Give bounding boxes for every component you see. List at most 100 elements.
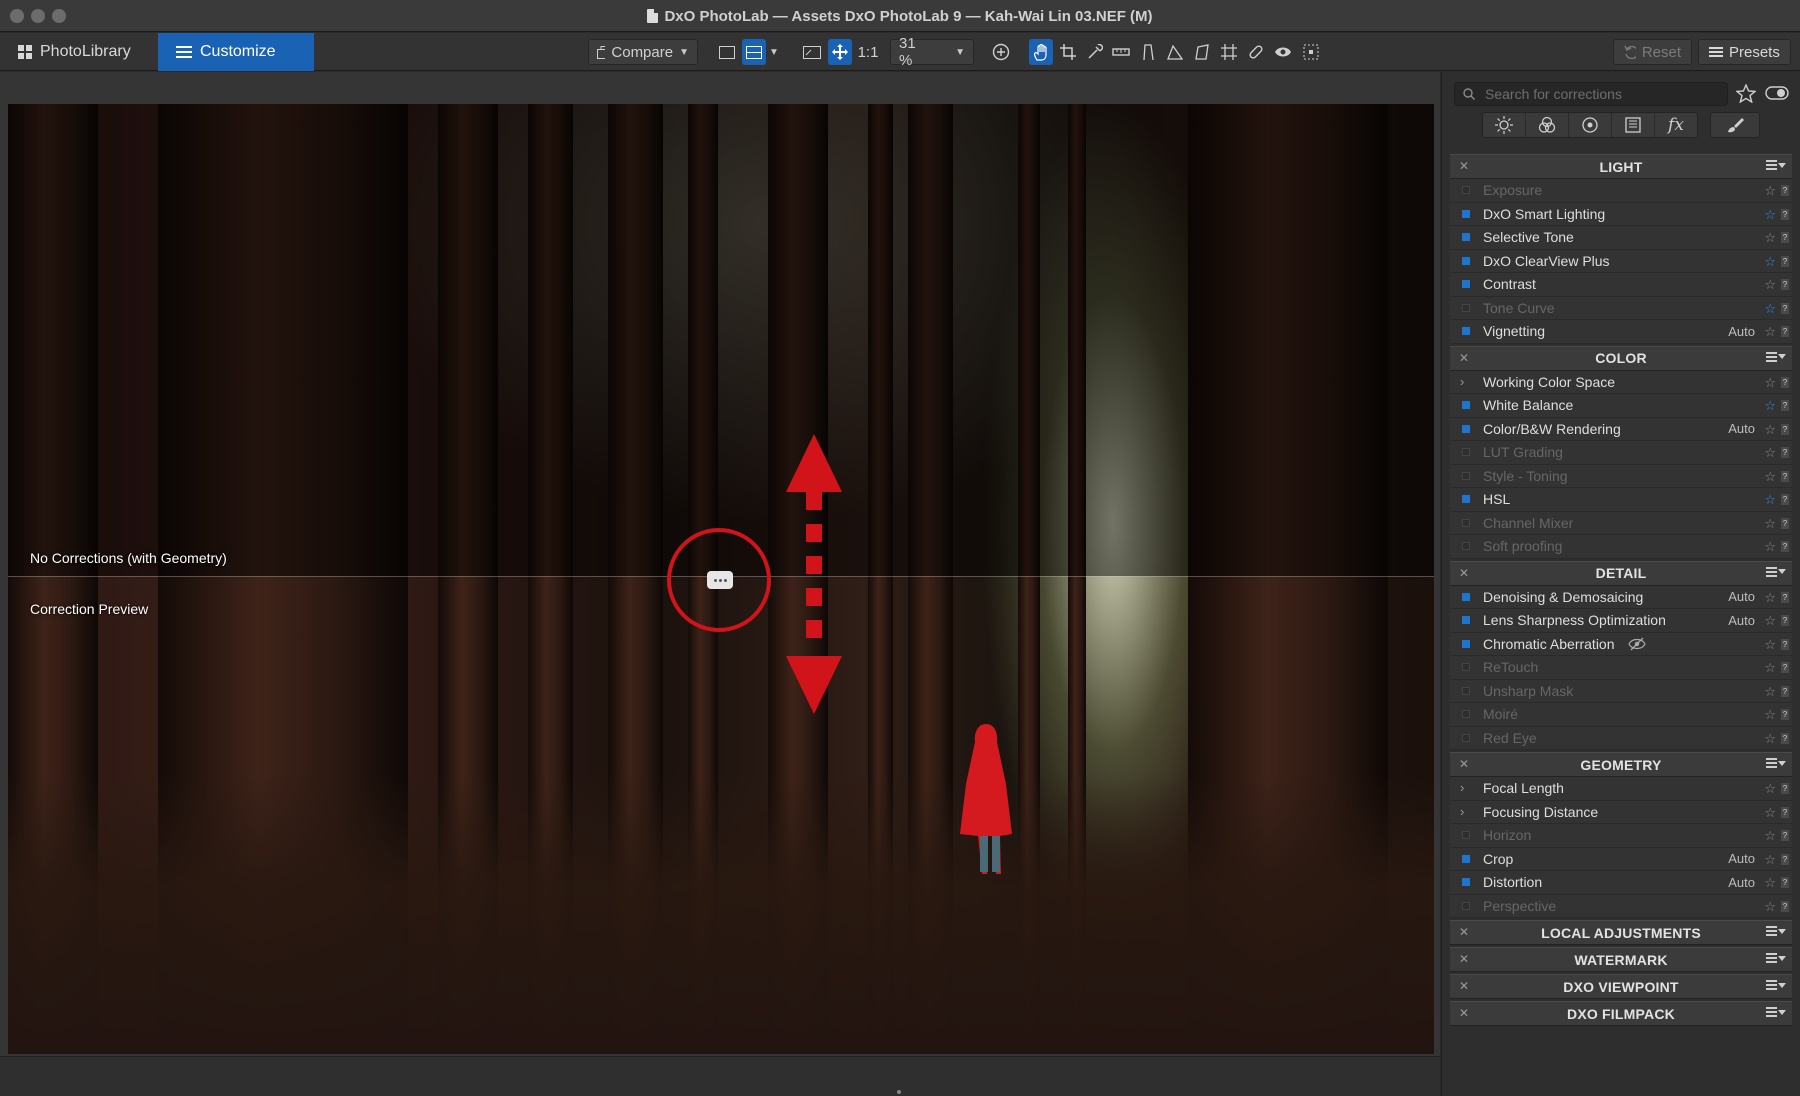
toggle-active-button[interactable] — [1760, 80, 1794, 106]
correction-row[interactable]: › Working Color Space ☆? — [1450, 370, 1792, 394]
fit-screen-button[interactable] — [800, 39, 824, 65]
tab-customize[interactable]: Customize — [158, 33, 314, 71]
favorite-star-icon[interactable]: ☆ — [1764, 684, 1776, 700]
fx-palette-button[interactable]: fx — [1655, 113, 1697, 137]
help-icon[interactable]: ? — [1781, 302, 1789, 314]
move-tool-button[interactable] — [828, 39, 852, 65]
correction-row[interactable]: Horizon ☆? — [1450, 824, 1792, 848]
enable-checkbox[interactable] — [1462, 401, 1470, 410]
favorites-button[interactable] — [1733, 80, 1759, 106]
correction-row[interactable]: Denoising & Demosaicing Auto ☆? — [1450, 585, 1792, 609]
palette-menu-icon[interactable] — [1766, 351, 1786, 362]
enable-checkbox[interactable] — [1462, 327, 1470, 336]
help-icon[interactable]: ? — [1781, 208, 1789, 220]
chevron-right-icon[interactable]: › — [1460, 804, 1464, 819]
loupe-button[interactable] — [1300, 39, 1322, 65]
correction-row[interactable]: DxO ClearView Plus ☆? — [1450, 249, 1792, 273]
eyedropper-tool-button[interactable] — [1084, 39, 1106, 65]
correction-row[interactable]: Lens Sharpness Optimization Auto ☆? — [1450, 609, 1792, 633]
palette-menu-icon[interactable] — [1766, 160, 1786, 170]
enable-checkbox[interactable] — [1462, 495, 1470, 504]
split-view-button[interactable] — [742, 39, 766, 65]
help-icon[interactable]: ? — [1781, 326, 1789, 337]
correction-row[interactable]: Moiré ☆? — [1450, 703, 1792, 727]
preview-toggle-button[interactable] — [1272, 39, 1294, 65]
correction-row[interactable]: Vignetting Auto ☆? — [1450, 320, 1792, 344]
enable-checkbox[interactable] — [1462, 901, 1470, 910]
close-palette-icon[interactable]: ✕ — [1459, 952, 1469, 966]
chevron-right-icon[interactable]: › — [1460, 780, 1464, 795]
correction-row[interactable]: White Balance ☆? — [1450, 394, 1792, 418]
favorite-star-icon[interactable]: ☆ — [1764, 707, 1776, 723]
enable-checkbox[interactable] — [1462, 663, 1470, 672]
correction-row[interactable]: Unsharp Mask ☆? — [1450, 679, 1792, 703]
color-palette-button[interactable] — [1526, 113, 1569, 137]
favorite-star-icon[interactable]: ☆ — [1764, 875, 1776, 891]
favorite-star-icon[interactable]: ☆ — [1764, 277, 1776, 293]
favorite-star-icon[interactable]: ☆ — [1764, 613, 1776, 629]
enable-checkbox[interactable] — [1462, 448, 1470, 457]
one-to-one-button[interactable]: 1:1 — [854, 39, 882, 65]
palette-menu-icon[interactable] — [1766, 566, 1786, 577]
enable-checkbox[interactable] — [1462, 424, 1470, 433]
close-palette-icon[interactable]: ✕ — [1459, 1006, 1469, 1020]
favorite-star-icon[interactable]: ☆ — [1764, 781, 1776, 797]
close-palette-icon[interactable]: ✕ — [1459, 351, 1469, 365]
search-input[interactable] — [1485, 86, 1715, 102]
enable-checkbox[interactable] — [1462, 209, 1470, 218]
enable-checkbox[interactable] — [1462, 831, 1470, 840]
correction-row[interactable]: LUT Grading ☆? — [1450, 441, 1792, 465]
enable-checkbox[interactable] — [1462, 686, 1470, 695]
zoom-in-button[interactable] — [989, 39, 1013, 65]
shape-tool-button[interactable] — [1191, 39, 1213, 65]
favorite-star-icon[interactable]: ☆ — [1764, 516, 1776, 532]
help-icon[interactable]: ? — [1781, 638, 1789, 650]
help-icon[interactable]: ? — [1781, 279, 1789, 290]
help-icon[interactable]: ? — [1781, 709, 1789, 720]
close-palette-icon[interactable]: ✕ — [1459, 566, 1469, 580]
grid-tool-button[interactable] — [1218, 39, 1240, 65]
palette-menu-icon[interactable] — [1766, 980, 1786, 990]
enable-checkbox[interactable] — [1462, 303, 1470, 312]
enable-checkbox[interactable] — [1462, 542, 1470, 551]
enable-checkbox[interactable] — [1462, 471, 1470, 480]
help-icon[interactable]: ? — [1781, 591, 1789, 603]
help-icon[interactable]: ? — [1781, 232, 1789, 243]
help-icon[interactable]: ? — [1781, 830, 1789, 841]
help-icon[interactable]: ? — [1781, 783, 1789, 794]
favorite-star-icon[interactable]: ☆ — [1764, 899, 1776, 915]
local-adjustments-button[interactable] — [1710, 112, 1760, 138]
correction-row[interactable]: Chromatic Aberration ☆? — [1450, 632, 1792, 656]
palette-header-dxo-filmpack[interactable]: ✕ DXO FILMPACK — [1450, 1001, 1792, 1026]
help-icon[interactable]: ? — [1781, 685, 1789, 697]
help-icon[interactable]: ? — [1781, 662, 1789, 673]
horizon-tool-button[interactable] — [1110, 39, 1132, 65]
favorite-star-icon[interactable]: ☆ — [1764, 324, 1776, 340]
hand-tool-button[interactable] — [1029, 39, 1053, 65]
correction-row[interactable]: Exposure ☆? — [1450, 179, 1792, 203]
help-icon[interactable]: ? — [1781, 494, 1789, 505]
close-palette-icon[interactable]: ✕ — [1459, 925, 1469, 939]
help-icon[interactable]: ? — [1781, 517, 1789, 529]
palette-menu-icon[interactable] — [1766, 926, 1786, 936]
volume-deformation-button[interactable] — [1164, 39, 1186, 65]
correction-row[interactable]: Selective Tone ☆? — [1450, 226, 1792, 250]
close-palette-icon[interactable]: ✕ — [1459, 979, 1469, 993]
enable-checkbox[interactable] — [1462, 639, 1470, 648]
palette-header-dxo-viewpoint[interactable]: ✕ DXO VIEWPOINT — [1450, 974, 1792, 999]
palette-header-color[interactable]: ✕ COLOR — [1450, 345, 1792, 371]
enable-checkbox[interactable] — [1462, 854, 1470, 863]
reset-button[interactable]: Reset — [1613, 39, 1692, 65]
close-palette-icon[interactable]: ✕ — [1459, 757, 1469, 771]
presets-button[interactable]: Presets — [1698, 39, 1791, 65]
enable-checkbox[interactable] — [1462, 878, 1470, 887]
favorite-star-icon[interactable]: ☆ — [1764, 805, 1776, 821]
favorite-star-icon[interactable]: ☆ — [1764, 445, 1776, 461]
correction-row[interactable]: Red Eye ☆? — [1450, 726, 1792, 750]
favorite-star-icon[interactable]: ☆ — [1764, 852, 1776, 868]
enable-checkbox[interactable] — [1462, 518, 1470, 527]
correction-row[interactable]: DxO Smart Lighting ☆? — [1450, 202, 1792, 226]
help-icon[interactable]: ? — [1781, 615, 1789, 626]
tab-photolibrary[interactable]: PhotoLibrary — [0, 33, 158, 71]
favorite-star-icon[interactable]: ☆ — [1764, 183, 1776, 199]
